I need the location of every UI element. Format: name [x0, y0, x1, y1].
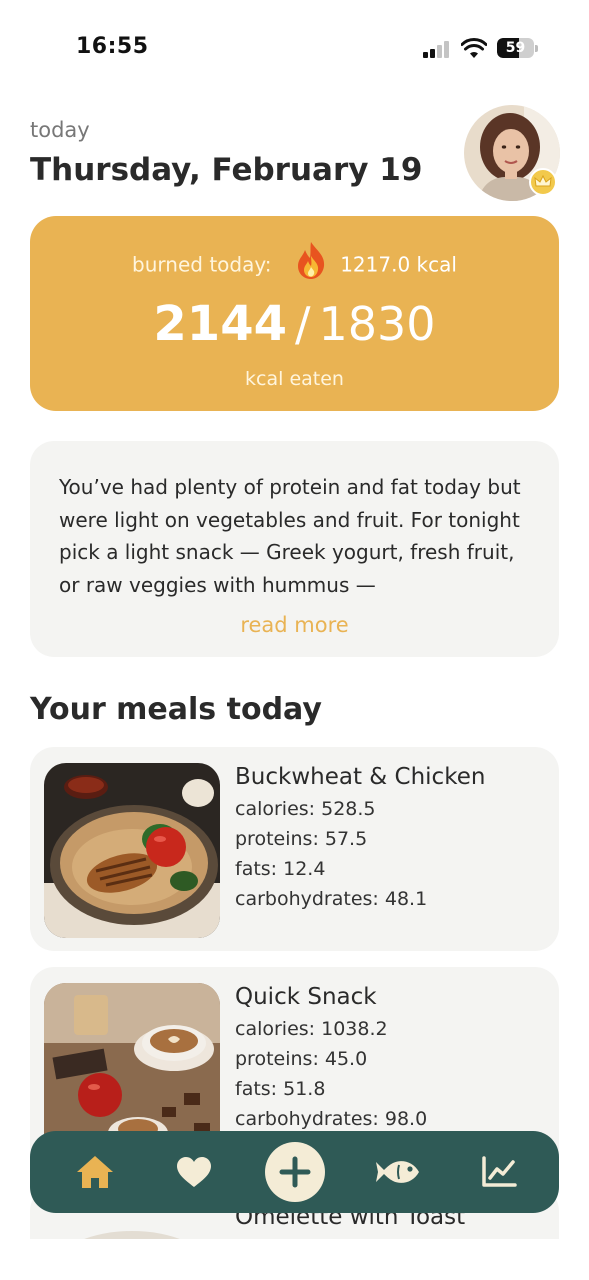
- kcal-row: 2144/1830: [30, 296, 559, 352]
- kcal-goal-value: 1830: [318, 297, 436, 351]
- meal-photo: [44, 763, 220, 938]
- kcal-separator: /: [295, 297, 311, 351]
- advice-card: You’ve had plenty of protein and fat tod…: [30, 441, 559, 657]
- meal-name: Buckwheat & Chicken: [235, 764, 486, 790]
- meal-fats: fats: 12.4: [235, 858, 326, 880]
- home-icon: [77, 1156, 113, 1188]
- burned-value: 1217.0 kcal: [340, 252, 457, 277]
- meal-name: Quick Snack: [235, 984, 377, 1010]
- meal-card[interactable]: Buckwheat & Chicken calories: 528.5 prot…: [30, 747, 559, 951]
- cellular-signal-icon: [423, 40, 451, 58]
- nav-food[interactable]: [370, 1131, 426, 1213]
- meal-carbohydrates: carbohydrates: 48.1: [235, 888, 428, 910]
- section-title: Your meals today: [30, 692, 322, 727]
- meal-carbohydrates: carbohydrates: 98.0: [235, 1108, 428, 1130]
- status-bar: 16:55 59: [0, 0, 589, 96]
- premium-crown-icon: [529, 168, 557, 196]
- today-label: today: [30, 118, 90, 142]
- read-more-link[interactable]: read more: [30, 613, 559, 637]
- battery-level: 59: [505, 40, 526, 56]
- fish-icon: [376, 1161, 419, 1183]
- plus-icon: [279, 1156, 311, 1188]
- fire-icon: [297, 242, 324, 279]
- meal-calories: calories: 528.5: [235, 798, 376, 820]
- nav-favorites[interactable]: [169, 1131, 219, 1213]
- wifi-icon: [461, 38, 487, 58]
- burned-label: burned today:: [132, 252, 272, 277]
- add-meal-button[interactable]: [265, 1142, 325, 1202]
- advice-text: You’ve had plenty of protein and fat tod…: [59, 475, 521, 597]
- page-title: Thursday, February 19: [30, 152, 423, 188]
- status-time: 16:55: [76, 34, 149, 59]
- chart-icon: [482, 1156, 517, 1187]
- bottom-nav: [30, 1131, 559, 1213]
- meal-proteins: proteins: 45.0: [235, 1048, 368, 1070]
- meal-calories: calories: 1038.2: [235, 1018, 388, 1040]
- calorie-summary-card: burned today: 1217.0 kcal 2144/1830 kcal…: [30, 216, 559, 411]
- kcal-eaten-value: 2144: [153, 296, 287, 352]
- kcal-eaten-label: kcal eaten: [245, 368, 344, 390]
- meal-proteins: proteins: 57.5: [235, 828, 368, 850]
- heart-icon: [177, 1157, 211, 1187]
- nav-home[interactable]: [70, 1131, 120, 1213]
- burned-row: burned today: 1217.0 kcal: [30, 242, 559, 286]
- nav-statistics[interactable]: [474, 1131, 524, 1213]
- meal-fats: fats: 51.8: [235, 1078, 326, 1100]
- battery-icon: 59: [497, 38, 538, 58]
